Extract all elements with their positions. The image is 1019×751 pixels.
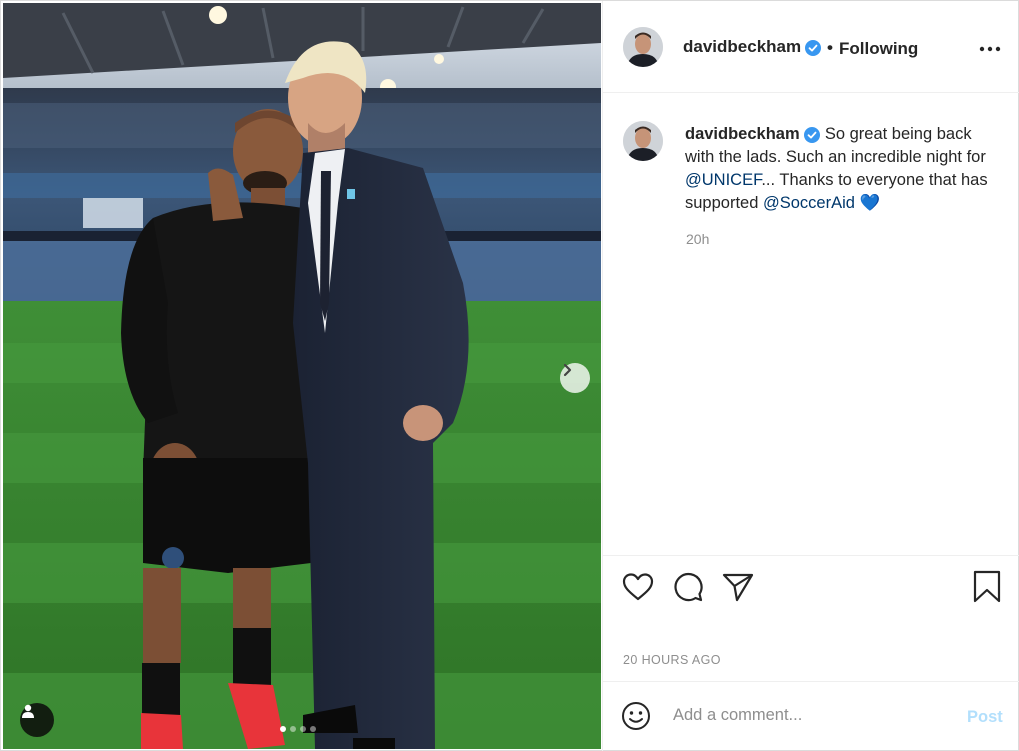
carousel-dot bbox=[290, 726, 296, 732]
caption-username-link[interactable]: davidbeckham bbox=[685, 125, 800, 143]
carousel-dot bbox=[300, 726, 306, 732]
post-actions: 20 HOURS AGO bbox=[603, 555, 1019, 681]
comment-button[interactable] bbox=[672, 571, 704, 608]
post-caption: davidbeckham So great being back with th… bbox=[685, 123, 1001, 215]
carousel-indicator bbox=[280, 726, 316, 732]
avatar[interactable] bbox=[623, 121, 663, 161]
post-photo[interactable] bbox=[3, 3, 601, 749]
comment-bar: Post bbox=[603, 681, 1019, 751]
separator-dot: • bbox=[827, 38, 833, 57]
caption-section: davidbeckham So great being back with th… bbox=[603, 93, 1019, 555]
paper-plane-icon bbox=[722, 573, 754, 602]
post-modal: davidbeckham • Following davidbeckham So… bbox=[0, 0, 1019, 751]
save-button[interactable] bbox=[972, 570, 1002, 609]
post-date[interactable]: 20 HOURS AGO bbox=[623, 653, 721, 667]
stadium-photo bbox=[3, 3, 601, 749]
profile-photo bbox=[623, 27, 663, 67]
bookmark-icon bbox=[973, 570, 1001, 603]
comment-icon bbox=[674, 573, 703, 602]
more-options-button[interactable] bbox=[979, 35, 1001, 58]
avatar[interactable] bbox=[623, 27, 663, 67]
emoji-button[interactable] bbox=[621, 701, 651, 736]
tagged-people-button[interactable] bbox=[20, 703, 54, 737]
user-icon bbox=[22, 704, 34, 718]
carousel-dot bbox=[280, 726, 286, 732]
smiley-icon bbox=[622, 702, 650, 730]
profile-photo bbox=[623, 121, 663, 161]
comment-input[interactable] bbox=[673, 706, 943, 725]
post-comment-button[interactable]: Post bbox=[967, 708, 1003, 727]
caption-timestamp[interactable]: 20h bbox=[686, 231, 709, 247]
like-button[interactable] bbox=[622, 572, 654, 607]
following-button[interactable]: Following bbox=[839, 39, 918, 59]
mention-link-unicef[interactable]: @UNICEF bbox=[685, 171, 761, 189]
chevron-right-icon bbox=[563, 363, 572, 377]
verified-badge-icon bbox=[804, 126, 821, 143]
verified-badge-icon bbox=[805, 39, 821, 57]
carousel-dot bbox=[310, 726, 316, 732]
blue-heart-emoji: 💙 bbox=[859, 194, 881, 212]
mention-link-socceraid[interactable]: @SoccerAid bbox=[763, 194, 855, 212]
share-button[interactable] bbox=[722, 572, 754, 607]
post-sidebar: davidbeckham • Following davidbeckham So… bbox=[602, 1, 1019, 751]
next-photo-button[interactable] bbox=[560, 363, 590, 393]
heart-icon bbox=[622, 573, 654, 601]
username-link[interactable]: davidbeckham bbox=[683, 37, 801, 57]
post-header: davidbeckham • Following bbox=[603, 1, 1019, 93]
more-horizontal-icon bbox=[979, 46, 1001, 52]
